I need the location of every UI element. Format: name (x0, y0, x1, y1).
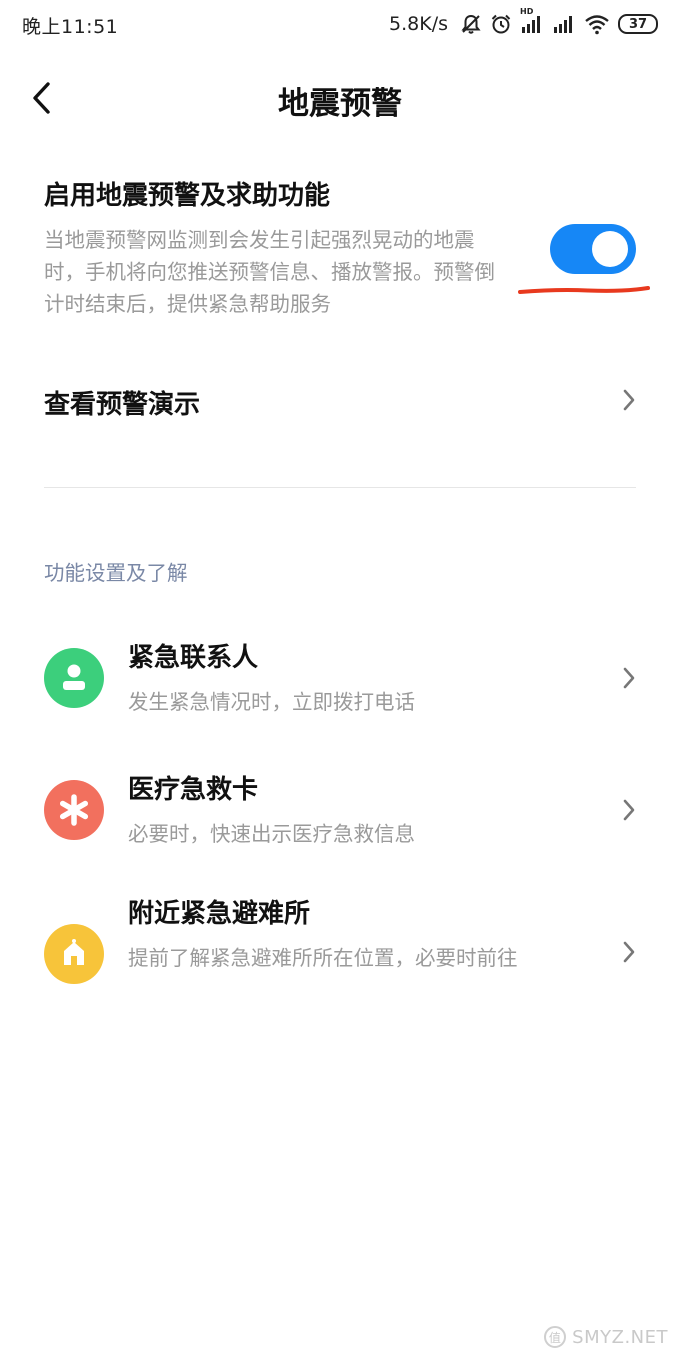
mute-bell-icon (460, 13, 482, 35)
feature-title: 附近紧急避难所 (128, 899, 311, 929)
divider (44, 487, 636, 488)
toggle-knob (592, 231, 628, 267)
status-bar: 晚上11:51 5.8K/s HD 37 (0, 0, 680, 48)
status-time: 晚上11:51 (22, 16, 119, 38)
wifi-icon (584, 13, 610, 35)
watermark-logo-icon: 值 (544, 1326, 567, 1348)
feature-subtitle: 提前了解紧急避难所所在位置，必要时前往 (128, 946, 518, 970)
signal-hd-icon: HD (520, 7, 544, 35)
status-icons: 5.8K/s HD 37 (389, 7, 658, 38)
feature-subtitle: 发生紧急情况时，立即拨打电话 (128, 690, 415, 714)
toggle-description: 当地震预警网监测到会发生引起强烈晃动的地震时，手机将向您推送预警信息、播放警报。… (44, 228, 495, 316)
earthquake-warning-setting: 启用地震预警及求助功能 当地震预警网监测到会发生引起强烈晃动的地震时，手机将向您… (44, 176, 650, 320)
hd-label: HD (520, 7, 534, 16)
watermark-text: SMYZ.NET (572, 1326, 668, 1348)
view-warning-demo[interactable]: 查看预警演示 (44, 362, 636, 442)
feature-subtitle: 必要时，快速出示医疗急救信息 (128, 822, 415, 846)
chevron-right-icon (622, 798, 636, 826)
feature-nearby-shelter[interactable]: 附近紧急避难所 提前了解紧急避难所所在位置，必要时前往 (44, 896, 636, 1016)
feature-text: 医疗急救卡 必要时，快速出示医疗急救信息 (128, 772, 568, 850)
feature-text: 附近紧急避难所 提前了解紧急避难所所在位置，必要时前往 (128, 896, 568, 974)
battery-icon: 37 (618, 14, 658, 34)
asterisk-icon (44, 780, 104, 840)
alarm-icon (490, 13, 512, 35)
chevron-right-icon (622, 666, 636, 694)
header: 地震预警 (0, 60, 680, 140)
page-title: 地震预警 (278, 86, 402, 122)
feature-text: 紧急联系人 发生紧急情况时，立即拨打电话 (128, 640, 568, 718)
feature-title: 医疗急救卡 (128, 775, 259, 805)
red-underline-annotation (518, 286, 650, 294)
chevron-right-icon (622, 940, 636, 968)
feature-emergency-contacts[interactable]: 紧急联系人 发生紧急情况时，立即拨打电话 (44, 640, 636, 724)
watermark: 值 SMYZ.NET (544, 1326, 668, 1348)
section-header: 功能设置及了解 (44, 561, 188, 585)
feature-medical-card[interactable]: 医疗急救卡 必要时，快速出示医疗急救信息 (44, 772, 636, 856)
network-speed: 5.8K/s (389, 13, 448, 35)
signal-icon (552, 13, 576, 35)
watermark-mark: 值 (548, 1330, 562, 1345)
shelter-icon (44, 924, 104, 984)
demo-label: 查看预警演示 (44, 389, 201, 420)
feature-title: 紧急联系人 (128, 643, 259, 673)
earthquake-warning-toggle[interactable] (550, 224, 636, 274)
toggle-title: 启用地震预警及求助功能 (44, 181, 331, 211)
chevron-right-icon (622, 388, 636, 416)
person-icon (44, 648, 104, 708)
battery-level: 37 (628, 16, 648, 32)
